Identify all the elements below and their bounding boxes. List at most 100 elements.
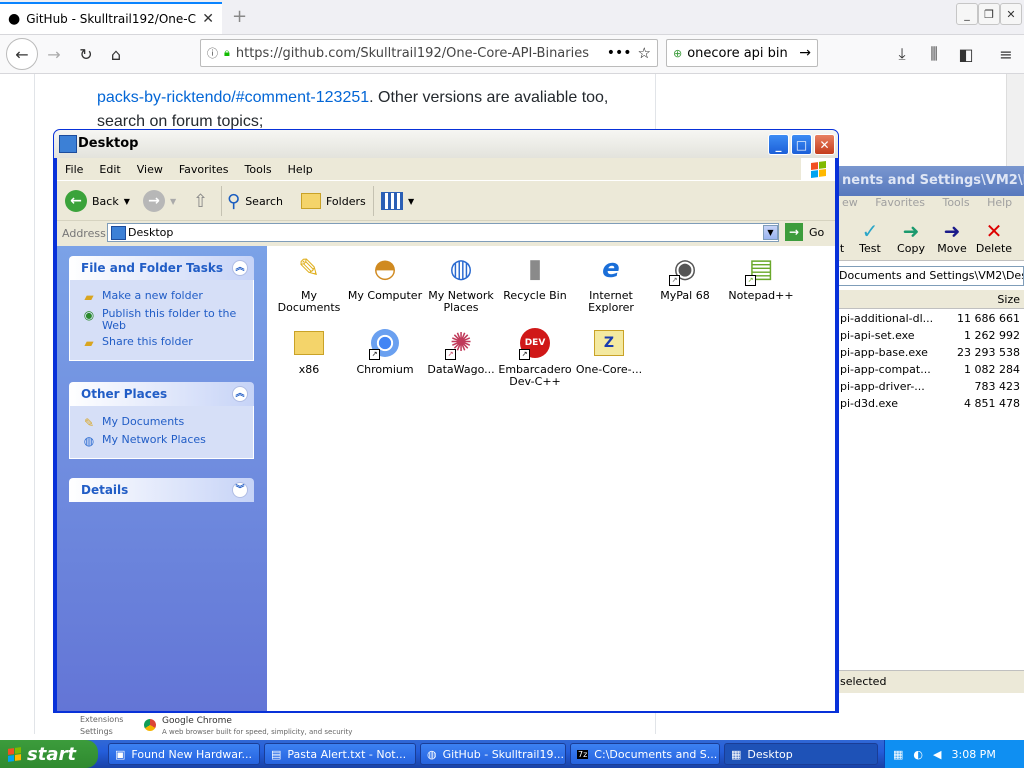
file-row[interactable]: pi-api-set.exe 1 262 992 (838, 327, 1024, 344)
search-button[interactable]: ⚲ Search (227, 186, 283, 216)
bg-test-button[interactable]: ✓ Test (850, 220, 890, 255)
embarcadero-devcpp-item[interactable]: DEV ↗ Embarcadero Dev-C++ (495, 326, 575, 388)
bg-move-button[interactable]: ➜ Move (932, 220, 972, 255)
bg-menu-help[interactable]: Help (987, 196, 1012, 209)
minimize-icon[interactable]: _ (956, 3, 978, 25)
my-network-places-item[interactable]: ◍ My Network Places (421, 252, 501, 314)
menu-edit[interactable]: Edit (91, 163, 128, 176)
search-bar[interactable]: ⊕ onecore api bin → (666, 39, 818, 67)
taskbar-item-7zip[interactable]: 7z C:\Documents and S... (570, 743, 720, 765)
keyboard-icon[interactable]: ▦ (893, 748, 903, 761)
menu-tools[interactable]: Tools (237, 163, 280, 176)
firefox-tab-github[interactable]: ● GitHub - Skulltrail192/One-Core-AP ✕ (0, 2, 222, 34)
file-row[interactable]: pi-app-driver-... 783 423 (838, 378, 1024, 395)
bg-menu-view[interactable]: ew (842, 196, 858, 209)
search-engine-icon[interactable]: ⊕ (673, 47, 682, 60)
background-explorer-window[interactable]: nents and Settings\VM2\Deskto ew Favorit… (838, 166, 1024, 740)
file-row[interactable]: pi-app-compat... 1 082 284 (838, 361, 1024, 378)
bg-window-title[interactable]: nents and Settings\VM2\Deskto (838, 166, 1024, 196)
x86-folder-item[interactable]: x86 (269, 326, 349, 376)
recycle-bin-item[interactable]: ▮ Recycle Bin (495, 252, 575, 302)
page-actions-icon[interactable]: ••• (607, 45, 632, 61)
taskbar-item-notepad[interactable]: ▤ Pasta Alert.txt - Not... (264, 743, 416, 765)
notepad-plus-item[interactable]: ▤ ↗ Notepad++ (721, 252, 801, 302)
my-network-places-link[interactable]: ◍ My Network Places (82, 434, 253, 449)
folders-button[interactable]: Folders (301, 186, 366, 216)
taskbar-item-firefox[interactable]: ◍ GitHub - Skulltrail19... (420, 743, 566, 765)
close-window-icon[interactable]: ✕ (1000, 3, 1022, 25)
share-folder-link[interactable]: ▰ Share this folder (82, 336, 253, 351)
minimize-button[interactable]: _ (768, 134, 789, 155)
bg-menu-tools[interactable]: Tools (942, 196, 969, 209)
my-computer-item[interactable]: ◓ My Computer (345, 252, 425, 302)
share-folder-icon: ▰ (84, 336, 94, 350)
one-core-zip-item[interactable]: Z One-Core-... (569, 326, 649, 376)
forward-button[interactable]: → (42, 43, 66, 65)
taskbar-item-hardware[interactable]: ▣ Found New Hardwar... (108, 743, 260, 765)
sevenzip-icon: 7z (577, 749, 589, 759)
chrome-strip-sub: A web browser built for speed, simplicit… (162, 728, 353, 736)
search-go-icon[interactable]: → (799, 45, 811, 61)
back-nav-button[interactable]: ← Back ▼ (65, 186, 130, 216)
url-bar[interactable]: ⓘ 🔒︎ https://github.com/Skulltrail192/On… (200, 39, 658, 67)
file-row[interactable]: pi-app-base.exe 23 293 538 (838, 344, 1024, 361)
close-tab-icon[interactable]: ✕ (202, 11, 214, 27)
menu-file[interactable]: File (57, 163, 91, 176)
info-icon[interactable]: ⓘ (207, 45, 218, 61)
menu-help[interactable]: Help (280, 163, 321, 176)
size-column-header[interactable]: Size (997, 293, 1020, 306)
forward-nav-button[interactable]: → ▼ (143, 186, 176, 216)
other-places-header[interactable]: Other Places ︽ (69, 382, 254, 406)
mypal-item[interactable]: ◉ ↗ MyPal 68 (645, 252, 725, 302)
forward-dropdown-icon: ▼ (170, 196, 177, 206)
details-header[interactable]: Details ︾ (69, 478, 254, 502)
collapse-icon: ︽ (232, 260, 248, 276)
file-row[interactable]: pi-d3d.exe 4 851 478 (838, 395, 1024, 412)
reload-button[interactable]: ↻ (74, 43, 98, 65)
taskbar-item-desktop[interactable]: ▦ Desktop (724, 743, 878, 765)
chrome-logo-icon (144, 719, 156, 731)
start-button[interactable]: start (0, 740, 98, 768)
shortcut-arrow-icon: ↗ (369, 349, 380, 360)
devcpp-icon: DEV ↗ (517, 326, 553, 360)
views-button[interactable]: ▼ (381, 186, 414, 216)
notepad-icon: ▤ (271, 747, 282, 761)
volume-icon[interactable]: ◀ (933, 748, 941, 761)
publish-web-link[interactable]: ◉ Publish this folder to the Web (82, 308, 253, 332)
bg-delete-button[interactable]: ✕ Delete (974, 220, 1014, 255)
library-icon[interactable]: ⫼ (922, 43, 946, 65)
make-new-folder-link[interactable]: ▰ Make a new folder (82, 290, 253, 305)
bg-menu-favorites[interactable]: Favorites (875, 196, 925, 209)
comment-link[interactable]: packs-by-ricktendo/#comment-123251 (97, 89, 369, 106)
sidebar-icon[interactable]: ◧ (954, 43, 978, 65)
network-tray-icon[interactable]: ◐ (913, 748, 923, 761)
bg-copy-button[interactable]: ➜ Copy (891, 220, 931, 255)
home-button[interactable]: ⌂ (104, 43, 128, 65)
back-button[interactable]: ← (6, 38, 38, 70)
explorer-title-bar[interactable]: Desktop _ □ ✕ (54, 130, 838, 158)
go-button[interactable]: → Go (785, 223, 824, 241)
page-link-top[interactable] (97, 77, 101, 86)
downloads-icon[interactable]: ⤓ (890, 43, 914, 65)
bookmark-star-icon[interactable]: ☆ (638, 44, 651, 62)
bg-path-field[interactable]: Documents and Settings\VM2\Desktop\ (838, 266, 1024, 286)
search-input[interactable]: onecore api bin (687, 46, 794, 61)
menu-icon[interactable]: ≡ (994, 43, 1018, 65)
internet-explorer-item[interactable]: e Internet Explorer (571, 252, 651, 314)
up-folder-button[interactable]: ⇧ (193, 186, 208, 216)
maximize-button[interactable]: □ (791, 134, 812, 155)
close-button[interactable]: ✕ (814, 134, 835, 155)
my-documents-item[interactable]: ✎ My Documents (269, 252, 349, 314)
file-row[interactable]: pi-additional-dl... 11 686 661 (838, 310, 1024, 327)
menu-view[interactable]: View (129, 163, 171, 176)
clock[interactable]: 3:08 PM (951, 748, 995, 761)
menu-favorites[interactable]: Favorites (171, 163, 237, 176)
address-field[interactable]: Desktop (107, 223, 779, 242)
new-tab-icon[interactable]: + (232, 6, 247, 27)
restore-icon[interactable]: ❐ (978, 3, 1000, 25)
address-dropdown-icon[interactable]: ▼ (763, 225, 778, 240)
my-documents-link[interactable]: ✎ My Documents (82, 416, 253, 431)
chromium-item[interactable]: ↗ Chromium (345, 326, 425, 376)
file-folder-tasks-header[interactable]: File and Folder Tasks ︽ (69, 256, 254, 280)
datawagon-item[interactable]: ✺ ↗ DataWago... (421, 326, 501, 376)
